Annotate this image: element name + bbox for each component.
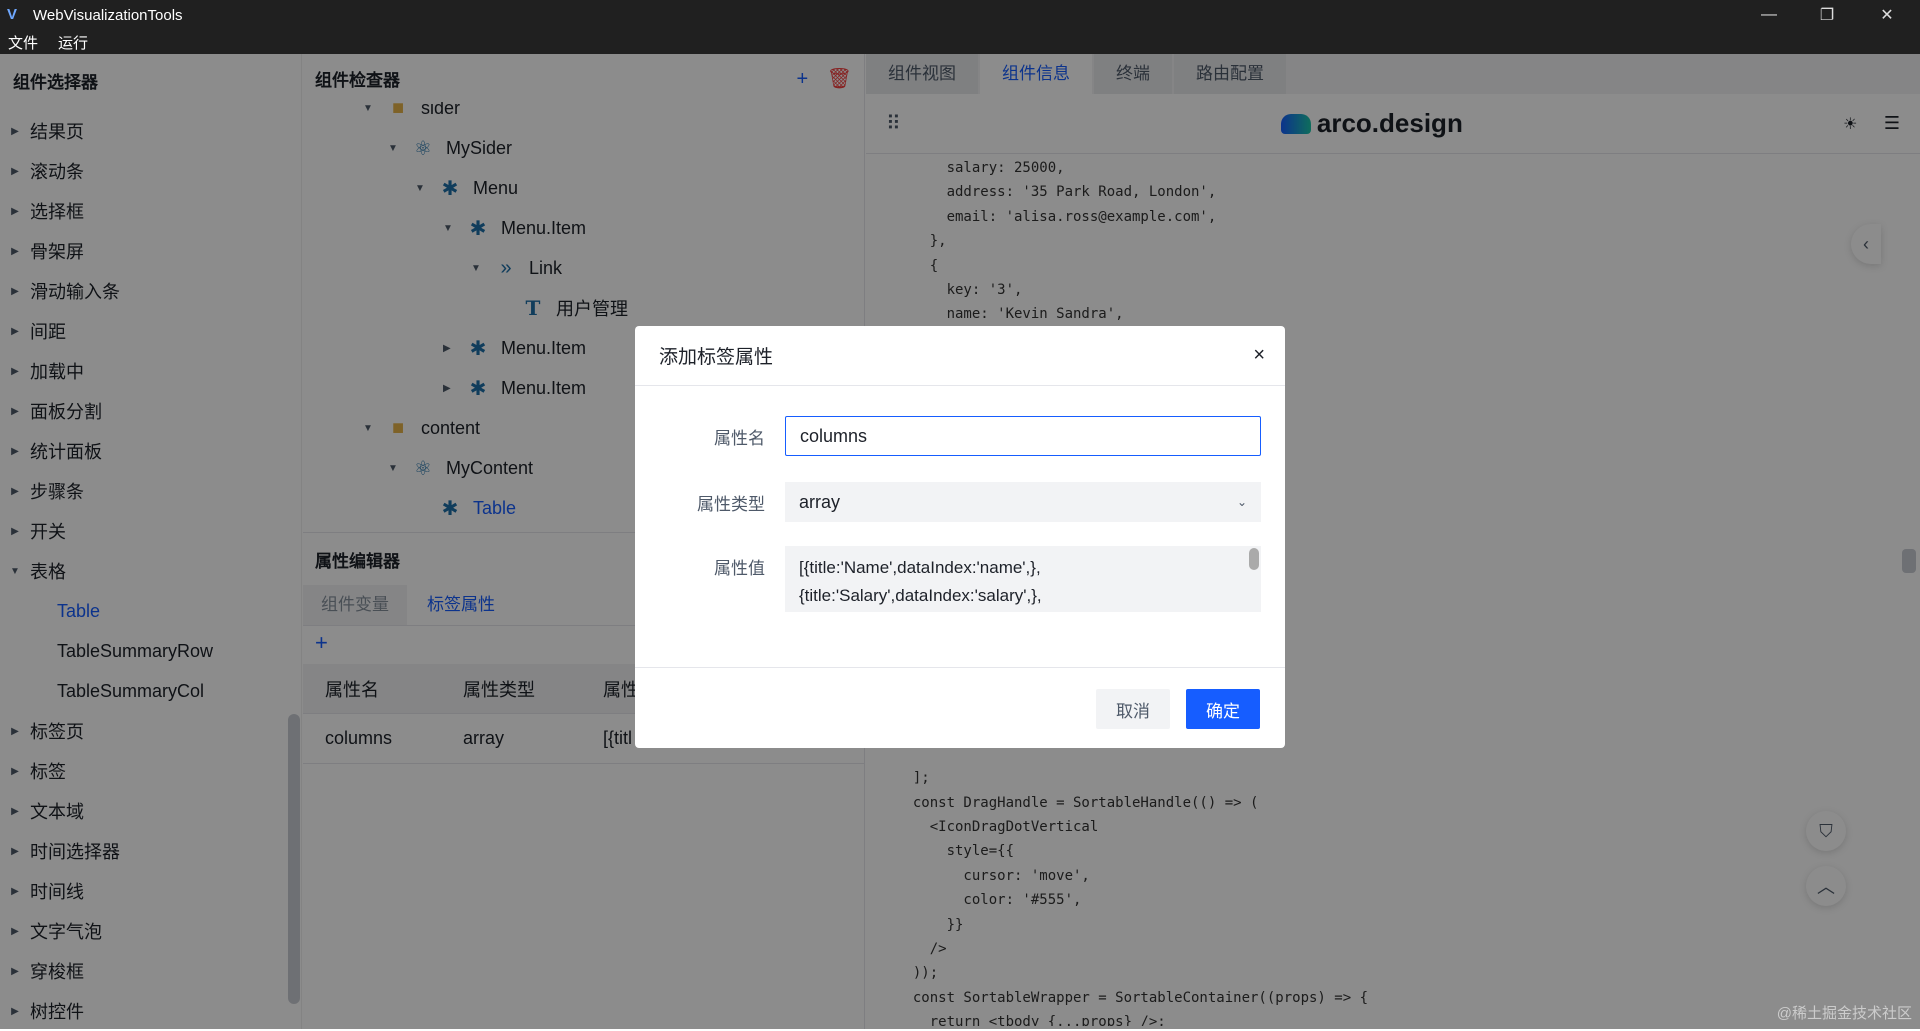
property-value-label: 属性值 <box>635 546 765 579</box>
window-titlebar: V WebVisualizationTools — ❐ ✕ <box>0 0 1920 30</box>
field-row-type: 属性类型 array ⌄ <box>635 482 1285 522</box>
confirm-button[interactable]: 确定 <box>1186 689 1260 729</box>
property-type-label: 属性类型 <box>635 482 765 515</box>
field-row-value: 属性值 [{title:'Name',dataIndex:'name',}, {… <box>635 546 1285 612</box>
add-tag-property-modal: 添加标签属性 × 属性名 columns 属性类型 array ⌄ 属性值 [{… <box>635 326 1285 748</box>
property-type-select[interactable]: array ⌄ <box>785 482 1261 522</box>
modal-footer: 取消 确定 <box>635 667 1285 748</box>
menu-file[interactable]: 文件 <box>8 32 38 53</box>
minimize-button[interactable]: — <box>1740 0 1798 30</box>
watermark: @稀土掘金技术社区 <box>1777 1002 1912 1023</box>
value-line: {title:'Salary',dataIndex:'salary',}, <box>799 582 1247 610</box>
close-icon[interactable]: × <box>1253 344 1265 367</box>
value-line: [{title:'Name',dataIndex:'name',}, <box>799 554 1247 582</box>
menubar: 文件 运行 <box>0 30 1920 54</box>
cancel-button[interactable]: 取消 <box>1096 689 1170 729</box>
modal-title: 添加标签属性 <box>659 342 773 369</box>
property-name-label: 属性名 <box>635 416 765 449</box>
maximize-button[interactable]: ❐ <box>1798 0 1856 30</box>
menu-run[interactable]: 运行 <box>58 32 88 53</box>
textarea-scrollbar[interactable] <box>1249 548 1259 570</box>
property-value-textarea[interactable]: [{title:'Name',dataIndex:'name',}, {titl… <box>785 546 1261 612</box>
field-row-name: 属性名 columns <box>635 416 1285 456</box>
close-window-button[interactable]: ✕ <box>1858 0 1916 30</box>
app-logo-icon: V <box>7 6 27 24</box>
modal-header: 添加标签属性 × <box>635 326 1285 386</box>
property-name-input[interactable]: columns <box>785 416 1261 456</box>
window-title: WebVisualizationTools <box>33 7 183 24</box>
property-type-value: array <box>799 492 840 513</box>
chevron-down-icon: ⌄ <box>1237 495 1247 509</box>
